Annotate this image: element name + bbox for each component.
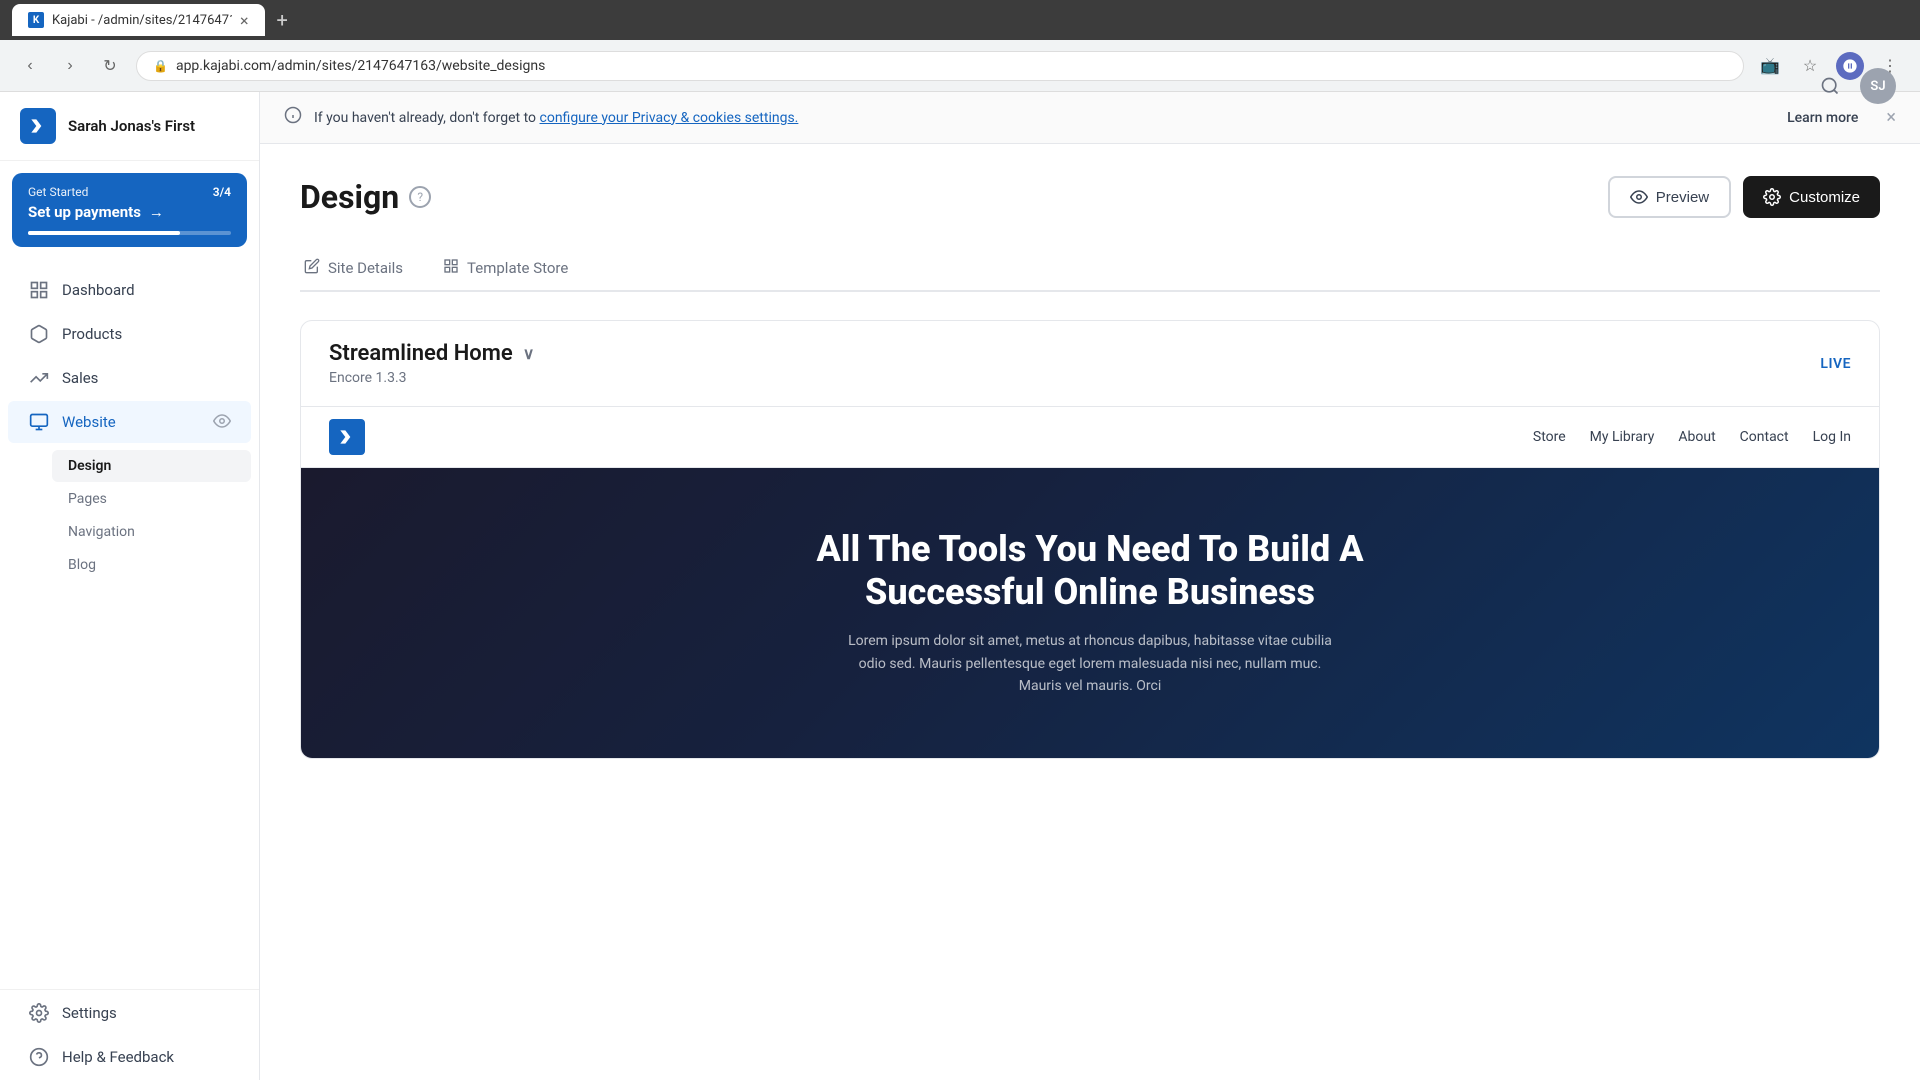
tabs-row: Site Details Template Store <box>300 246 1880 292</box>
website-label: Website <box>62 413 116 431</box>
design-subtitle: Encore 1.3.3 <box>329 370 1820 386</box>
preview-link-contact[interactable]: Contact <box>1740 429 1789 445</box>
subnav-item-design[interactable]: Design <box>52 450 251 482</box>
new-tab-button[interactable]: + <box>277 8 288 32</box>
preview-nav-links: Store My Library About Contact Log In <box>1533 429 1851 445</box>
main-nav: Dashboard Products Sales Website <box>0 259 259 594</box>
preview-nav: Store My Library About Contact Log In <box>301 407 1879 468</box>
design-card-info: Streamlined Home ∨ Encore 1.3.3 <box>329 341 1820 386</box>
get-started-card[interactable]: Get Started 3/4 Set up payments → <box>12 173 247 247</box>
products-label: Products <box>62 325 122 343</box>
preview-link-library[interactable]: My Library <box>1590 429 1655 445</box>
site-name: Sarah Jonas's First <box>68 117 195 135</box>
design-name: Streamlined Home ∨ <box>329 341 1820 366</box>
info-icon <box>284 106 302 129</box>
url-text: app.kajabi.com/admin/sites/2147647163/we… <box>176 58 545 74</box>
browser-tab[interactable]: K Kajabi - /admin/sites/214764716... × <box>12 4 265 36</box>
design-card: Streamlined Home ∨ Encore 1.3.3 LIVE <box>300 320 1880 759</box>
sidebar-bottom: Settings Help & Feedback <box>0 989 259 1080</box>
design-chevron-icon[interactable]: ∨ <box>523 344 535 363</box>
website-icon <box>28 411 50 433</box>
tab-title: Kajabi - /admin/sites/214764716... <box>52 13 232 28</box>
get-started-title: Set up payments → <box>28 203 231 221</box>
preview-area: Store My Library About Contact Log In Al… <box>301 407 1879 758</box>
site-details-icon <box>304 258 320 278</box>
tab-favicon: K <box>28 12 44 28</box>
page-header: Design ? Preview Customize <box>300 176 1880 218</box>
preview-hero: All The Tools You Need To Build A Succes… <box>301 468 1879 758</box>
tab-site-details[interactable]: Site Details <box>300 246 407 292</box>
progress-fill <box>28 231 180 235</box>
design-card-header: Streamlined Home ∨ Encore 1.3.3 LIVE <box>301 321 1879 407</box>
tab-close-button[interactable]: × <box>240 11 249 30</box>
preview-hero-title: All The Tools You Need To Build A Succes… <box>790 528 1390 614</box>
tab-template-store[interactable]: Template Store <box>439 246 572 292</box>
lock-icon: 🔒 <box>153 59 168 73</box>
customize-label: Customize <box>1789 189 1860 206</box>
tab-template-store-label: Template Store <box>467 259 568 277</box>
info-banner: If you haven't already, don't forget to … <box>260 92 1920 144</box>
address-bar[interactable]: 🔒 app.kajabi.com/admin/sites/2147647163/… <box>136 51 1744 81</box>
browser-chrome: K Kajabi - /admin/sites/214764716... × + <box>0 0 1920 40</box>
browser-controls: ‹ › ↻ 🔒 app.kajabi.com/admin/sites/21476… <box>0 40 1920 92</box>
back-button[interactable]: ‹ <box>16 52 44 80</box>
page-header-actions: Preview Customize <box>1608 176 1880 218</box>
page-title-section: Design ? <box>300 178 431 216</box>
customize-button[interactable]: Customize <box>1743 176 1880 218</box>
page-help-icon[interactable]: ? <box>409 186 431 208</box>
main-content: If you haven't already, don't forget to … <box>260 92 1920 1080</box>
sidebar-item-products[interactable]: Products <box>8 313 251 355</box>
get-started-progress: 3/4 <box>213 185 231 199</box>
preview-link-login[interactable]: Log In <box>1813 429 1851 445</box>
sidebar-item-help[interactable]: Help & Feedback <box>8 1036 251 1078</box>
preview-button[interactable]: Preview <box>1608 176 1731 218</box>
template-store-icon <box>443 258 459 278</box>
preview-link-about[interactable]: About <box>1678 429 1715 445</box>
subnav-item-blog[interactable]: Blog <box>52 549 251 581</box>
page-content: Design ? Preview Customize <box>260 144 1920 1080</box>
preview-link-store[interactable]: Store <box>1533 429 1566 445</box>
sidebar-item-dashboard[interactable]: Dashboard <box>8 269 251 311</box>
sales-icon <box>28 367 50 389</box>
help-label: Help & Feedback <box>62 1048 174 1066</box>
preview-logo <box>329 419 365 455</box>
subnav-item-navigation[interactable]: Navigation <box>52 516 251 548</box>
help-icon <box>28 1046 50 1068</box>
live-badge[interactable]: LIVE <box>1820 356 1851 372</box>
tab-site-details-label: Site Details <box>328 259 403 277</box>
settings-icon <box>28 1002 50 1024</box>
website-subnav: Design Pages Navigation Blog <box>0 445 259 586</box>
progress-bar <box>28 231 231 235</box>
forward-button[interactable]: › <box>56 52 84 80</box>
banner-text: If you haven't already, don't forget to … <box>314 110 1775 126</box>
preview-label: Preview <box>1656 189 1709 206</box>
kajabi-logo <box>20 108 56 144</box>
sidebar-item-website[interactable]: Website <box>8 401 251 443</box>
sidebar: Sarah Jonas's First Get Started 3/4 Set … <box>0 92 260 1080</box>
banner-link[interactable]: configure your Privacy & cookies setting… <box>540 110 799 126</box>
app-layout: Sarah Jonas's First Get Started 3/4 Set … <box>0 92 1920 1080</box>
sidebar-header: Sarah Jonas's First <box>0 92 259 161</box>
dashboard-label: Dashboard <box>62 281 135 299</box>
get-started-label: Get Started <box>28 185 88 199</box>
website-expand-icon <box>213 412 231 433</box>
settings-label: Settings <box>62 1004 117 1022</box>
cast-icon[interactable]: 📺 <box>1756 52 1784 80</box>
sidebar-item-settings[interactable]: Settings <box>8 992 251 1034</box>
preview-hero-text: Lorem ipsum dolor sit amet, metus at rho… <box>840 630 1340 697</box>
sidebar-item-sales[interactable]: Sales <box>8 357 251 399</box>
search-button[interactable] <box>1812 68 1848 104</box>
header-actions: SJ <box>1812 40 1896 132</box>
refresh-button[interactable]: ↻ <box>96 52 124 80</box>
products-icon <box>28 323 50 345</box>
dashboard-icon <box>28 279 50 301</box>
sales-label: Sales <box>62 369 98 387</box>
subnav-item-pages[interactable]: Pages <box>52 483 251 515</box>
page-title: Design <box>300 178 399 216</box>
user-avatar[interactable]: SJ <box>1860 68 1896 104</box>
